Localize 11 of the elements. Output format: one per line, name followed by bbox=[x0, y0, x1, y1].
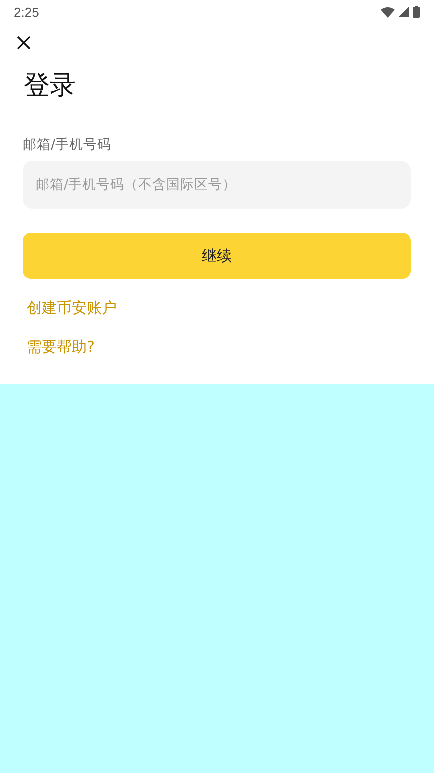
field-label: 邮箱/手机号码 bbox=[23, 136, 113, 154]
continue-button[interactable]: 继续 bbox=[23, 233, 411, 279]
status-time: 2:25 bbox=[14, 4, 40, 20]
page-title: 登录 bbox=[24, 70, 77, 103]
signal-icon bbox=[399, 7, 409, 17]
battery-icon bbox=[413, 6, 420, 18]
text-link[interactable]: 需要帮助? bbox=[27, 337, 95, 357]
wifi-icon bbox=[381, 6, 395, 18]
input-field[interactable]: 邮箱/手机号码（不含国际区号） bbox=[23, 161, 411, 209]
close-button[interactable] bbox=[16, 35, 32, 51]
text-link[interactable]: 创建币安账户 bbox=[27, 298, 117, 318]
